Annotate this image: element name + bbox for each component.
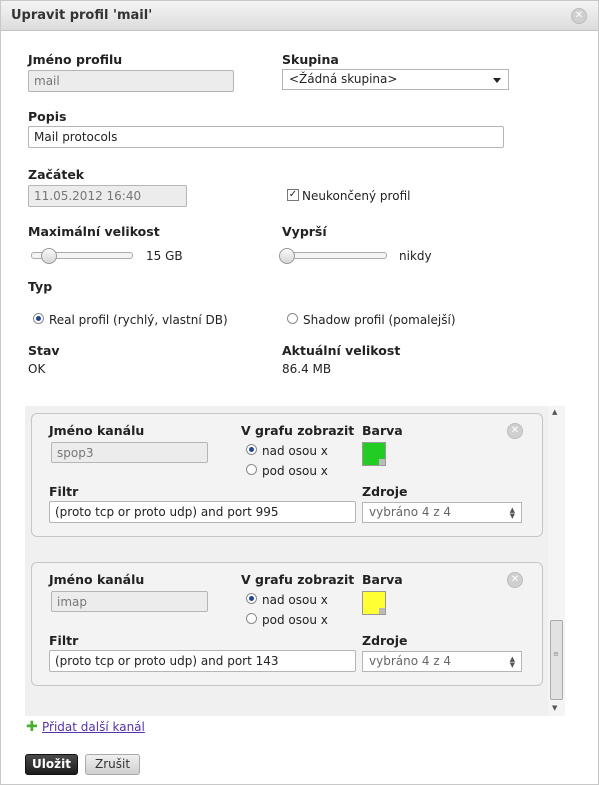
filter-label: Filtr [49, 484, 79, 499]
source-select[interactable]: vybráno 4 z 4 ▲ ▼ [362, 502, 522, 523]
source-label: Zdroje [362, 484, 408, 499]
channels-scroll-area[interactable]: Jméno kanálu V grafu zobrazit nad osou x… [25, 406, 565, 716]
cancel-button[interactable]: Zrušit [85, 754, 140, 775]
scroll-up-icon[interactable]: ▲ [552, 408, 557, 416]
plus-icon[interactable]: ✚ [26, 719, 38, 735]
state-value: OK [28, 362, 46, 376]
group-select[interactable]: <Žádná skupina> [282, 69, 509, 90]
color-label: Barva [362, 572, 403, 587]
channel-card-imap: Jméno kanálu V grafu zobrazit nad osou x… [31, 562, 543, 686]
below-axis-label: pod osou x [262, 464, 328, 478]
scroll-down-icon[interactable]: ▼ [552, 704, 557, 712]
channel-name-label: Jméno kanálu [49, 423, 145, 438]
group-select-value: <Žádná skupina> [289, 72, 398, 86]
channel-name-label: Jméno kanálu [49, 572, 145, 587]
source-select[interactable]: vybráno 4 z 4 ▲ ▼ [362, 651, 522, 672]
edit-profile-dialog: Upravit profil 'mail' ✕ Jméno profilu Sk… [0, 0, 599, 785]
updown-icon: ▲ ▼ [509, 506, 515, 520]
filter-input[interactable] [49, 501, 356, 523]
current-size-value: 86.4 MB [282, 362, 332, 376]
max-size-value: 15 GB [146, 249, 183, 263]
graph-display-label: V grafu zobrazit [241, 423, 355, 438]
dialog-title: Upravit profil 'mail' [11, 8, 153, 23]
expires-slider-handle[interactable] [279, 248, 295, 264]
start-label: Začátek [28, 167, 85, 182]
type-real-label: Real profil (rychlý, vlastní DB) [49, 313, 228, 327]
channel-name-input[interactable] [51, 591, 208, 612]
source-select-value: vybráno 4 z 4 [369, 654, 452, 668]
above-axis-label: nad osou x [262, 593, 328, 607]
max-size-slider-handle[interactable] [41, 248, 58, 264]
unfinished-checkbox[interactable]: ✓ [287, 189, 299, 201]
type-label: Typ [28, 279, 53, 294]
type-shadow-radio[interactable] [287, 313, 298, 324]
channel-name-input[interactable] [51, 442, 208, 463]
description-input[interactable] [28, 126, 504, 148]
dialog-titlebar: Upravit profil 'mail' ✕ [1, 1, 598, 31]
above-axis-label: nad osou x [262, 444, 328, 458]
above-axis-radio[interactable] [246, 444, 257, 455]
updown-icon: ▲ ▼ [509, 655, 515, 669]
chevron-down-icon [493, 78, 501, 83]
expires-slider-track[interactable] [285, 252, 387, 259]
below-axis-radio[interactable] [246, 613, 257, 624]
type-real-radio[interactable] [33, 313, 44, 324]
start-input[interactable] [28, 185, 187, 207]
above-axis-radio[interactable] [246, 593, 257, 604]
current-size-label: Aktuální velikost [282, 343, 401, 358]
type-shadow-label: Shadow profil (pomalejší) [303, 313, 456, 327]
description-label: Popis [28, 109, 67, 124]
add-channel-link[interactable]: Přidat další kanál [42, 720, 145, 734]
close-icon[interactable]: ✕ [571, 8, 587, 24]
state-label: Stav [28, 343, 60, 358]
color-label: Barva [362, 423, 403, 438]
max-size-label: Maximální velikost [28, 224, 160, 239]
below-axis-label: pod osou x [262, 613, 328, 627]
below-axis-radio[interactable] [246, 464, 257, 475]
graph-display-label: V grafu zobrazit [241, 572, 355, 587]
expires-label: Vyprší [282, 224, 327, 239]
source-label: Zdroje [362, 633, 408, 648]
color-picker[interactable] [362, 442, 386, 466]
filter-input[interactable] [49, 650, 356, 672]
channel-card-spop3: Jméno kanálu V grafu zobrazit nad osou x… [31, 413, 543, 537]
save-button[interactable]: Uložit [25, 754, 78, 775]
channels-scrollbar[interactable]: ▲ ≡ ▼ [548, 406, 565, 716]
expires-value: nikdy [399, 249, 432, 263]
remove-channel-icon[interactable]: ✕ [507, 572, 523, 588]
scrollbar-thumb[interactable]: ≡ [550, 620, 563, 700]
profile-name-input[interactable] [28, 70, 234, 92]
profile-name-label: Jméno profilu [28, 52, 123, 67]
group-label: Skupina [282, 52, 339, 67]
filter-label: Filtr [49, 633, 79, 648]
source-select-value: vybráno 4 z 4 [369, 505, 452, 519]
unfinished-label: Neukončený profil [302, 189, 411, 203]
remove-channel-icon[interactable]: ✕ [507, 423, 523, 439]
color-picker[interactable] [362, 591, 386, 615]
